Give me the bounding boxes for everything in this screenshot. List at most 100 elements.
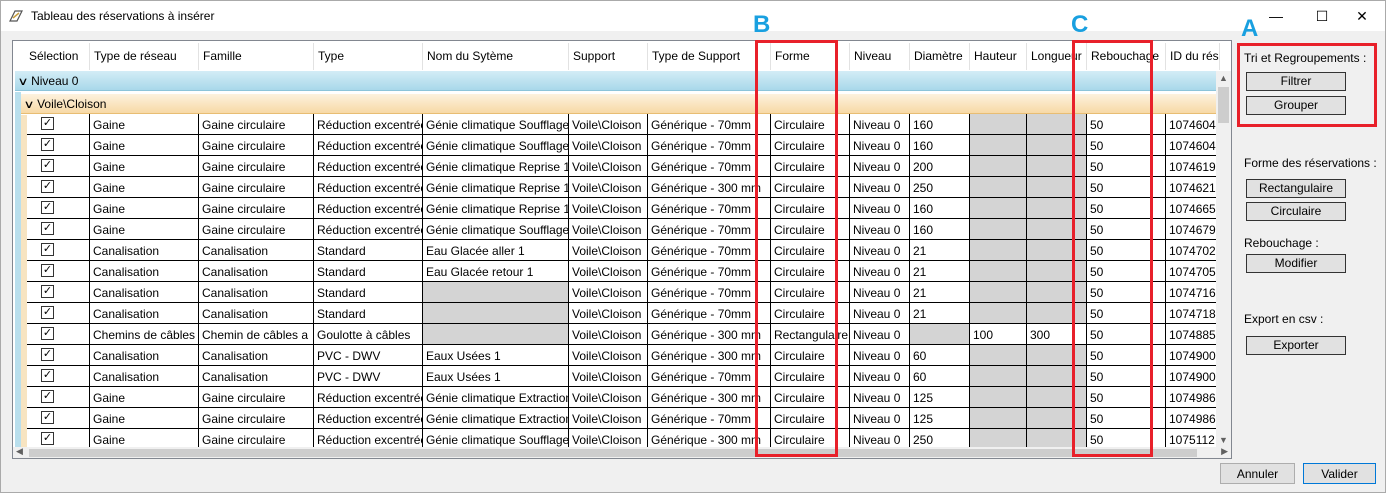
table-row[interactable]: ✓ Canalisation Canalisation Standard Voile\C…: [27, 282, 1217, 303]
cell-longueur[interactable]: [1027, 156, 1087, 176]
selection-checkbox[interactable]: ✓: [41, 390, 54, 403]
group-header-support[interactable]: ∨ Voile\Cloison: [21, 94, 1216, 114]
cell-forme[interactable]: Circulaire: [771, 282, 850, 302]
cell-type-support[interactable]: Générique - 70mm: [648, 114, 771, 134]
cell-type[interactable]: Réduction excentrée: [314, 429, 423, 449]
scroll-right-icon[interactable]: ▶: [1221, 446, 1228, 457]
group-header-niveau[interactable]: ∨ Niveau 0: [15, 71, 1216, 91]
cell-hauteur[interactable]: [970, 114, 1027, 134]
cell-hauteur[interactable]: [970, 282, 1027, 302]
cell-hauteur[interactable]: 100: [970, 324, 1027, 344]
table-row[interactable]: ✓ Chemins de câbles Chemin de câbles a Goul…: [27, 324, 1217, 345]
column-header-id-reseau[interactable]: ID du résea: [1166, 43, 1220, 70]
cell-famille[interactable]: Gaine circulaire: [199, 408, 314, 428]
cell-type-support[interactable]: Générique - 70mm: [648, 261, 771, 281]
cell-diametre[interactable]: 60: [910, 366, 970, 386]
cell-rebouchage[interactable]: 50: [1087, 177, 1166, 197]
cell-nom-systeme[interactable]: Génie climatique Soufflage: [423, 135, 569, 155]
cell-rebouchage[interactable]: 50: [1087, 240, 1166, 260]
cell-type-reseau[interactable]: Gaine: [90, 408, 199, 428]
cell-type[interactable]: PVC - DWV: [314, 345, 423, 365]
cell-type[interactable]: Réduction excentrée: [314, 198, 423, 218]
cell-id-reseau[interactable]: 1074702: [1166, 240, 1220, 260]
column-header-famille[interactable]: Famille: [199, 43, 314, 70]
cell-type[interactable]: Réduction excentrée: [314, 408, 423, 428]
minimize-button[interactable]: —: [1253, 1, 1299, 31]
cancel-button[interactable]: Annuler: [1220, 463, 1295, 484]
cell-nom-systeme[interactable]: Génie climatique Reprise 1: [423, 177, 569, 197]
cell-niveau[interactable]: Niveau 0: [850, 135, 910, 155]
cell-selection[interactable]: ✓: [25, 429, 90, 449]
cell-type-reseau[interactable]: Gaine: [90, 198, 199, 218]
cell-selection[interactable]: ✓: [25, 219, 90, 239]
cell-rebouchage[interactable]: 50: [1087, 261, 1166, 281]
cell-famille[interactable]: Canalisation: [199, 345, 314, 365]
cell-longueur[interactable]: [1027, 240, 1087, 260]
cell-longueur[interactable]: [1027, 429, 1087, 449]
cell-selection[interactable]: ✓: [25, 135, 90, 155]
column-header-nom-systeme[interactable]: Nom du Sytème: [423, 43, 569, 70]
cell-rebouchage[interactable]: 50: [1087, 366, 1166, 386]
cell-support[interactable]: Voile\Cloison: [569, 324, 648, 344]
table-row[interactable]: ✓ Gaine Gaine circulaire Réduction excentré…: [27, 177, 1217, 198]
table-row[interactable]: ✓ Gaine Gaine circulaire Réduction excentré…: [27, 387, 1217, 408]
cell-type-reseau[interactable]: Gaine: [90, 219, 199, 239]
cell-id-reseau[interactable]: 1074619: [1166, 156, 1220, 176]
cell-id-reseau[interactable]: 1074986: [1166, 387, 1220, 407]
cell-id-reseau[interactable]: 1074900: [1166, 345, 1220, 365]
cell-type[interactable]: Standard: [314, 261, 423, 281]
table-row[interactable]: ✓ Canalisation Canalisation Standard Eau Gla…: [27, 261, 1217, 282]
column-header-support[interactable]: Support: [569, 43, 648, 70]
cell-rebouchage[interactable]: 50: [1087, 324, 1166, 344]
cell-forme[interactable]: Circulaire: [771, 240, 850, 260]
cell-longueur[interactable]: [1027, 219, 1087, 239]
vertical-scrollbar[interactable]: ▲ ▼: [1216, 71, 1231, 447]
cell-rebouchage[interactable]: 50: [1087, 219, 1166, 239]
cell-selection[interactable]: ✓: [25, 177, 90, 197]
cell-type-support[interactable]: Générique - 300 mm: [648, 177, 771, 197]
cell-diametre[interactable]: 21: [910, 303, 970, 323]
cell-id-reseau[interactable]: 1074665: [1166, 198, 1220, 218]
cell-niveau[interactable]: Niveau 0: [850, 408, 910, 428]
cell-diametre[interactable]: 160: [910, 114, 970, 134]
cell-nom-systeme[interactable]: Eau Glacée retour 1: [423, 261, 569, 281]
cell-support[interactable]: Voile\Cloison: [569, 387, 648, 407]
cell-niveau[interactable]: Niveau 0: [850, 177, 910, 197]
cell-id-reseau[interactable]: 1074679: [1166, 219, 1220, 239]
vertical-scroll-thumb[interactable]: [1218, 87, 1229, 123]
cell-hauteur[interactable]: [970, 135, 1027, 155]
cell-type-support[interactable]: Générique - 70mm: [648, 240, 771, 260]
cell-hauteur[interactable]: [970, 240, 1027, 260]
cell-type-reseau[interactable]: Canalisation: [90, 345, 199, 365]
filter-button[interactable]: Filtrer: [1246, 72, 1346, 91]
cell-rebouchage[interactable]: 50: [1087, 429, 1166, 449]
circular-button[interactable]: Circulaire: [1246, 202, 1346, 221]
cell-type[interactable]: Réduction excentrée: [314, 114, 423, 134]
table-row[interactable]: ✓ Gaine Gaine circulaire Réduction excentré…: [27, 408, 1217, 429]
cell-diametre[interactable]: 160: [910, 198, 970, 218]
cell-id-reseau[interactable]: 1075112: [1166, 429, 1220, 449]
cell-type[interactable]: PVC - DWV: [314, 366, 423, 386]
cell-niveau[interactable]: Niveau 0: [850, 303, 910, 323]
selection-checkbox[interactable]: ✓: [41, 138, 54, 151]
cell-famille[interactable]: Canalisation: [199, 366, 314, 386]
cell-longueur[interactable]: [1027, 114, 1087, 134]
cell-longueur[interactable]: [1027, 177, 1087, 197]
horizontal-scroll-thumb[interactable]: [29, 449, 1197, 457]
cell-id-reseau[interactable]: 1074718: [1166, 303, 1220, 323]
scroll-up-icon[interactable]: ▲: [1219, 73, 1228, 83]
cell-famille[interactable]: Gaine circulaire: [199, 114, 314, 134]
cell-hauteur[interactable]: [970, 198, 1027, 218]
cell-type-reseau[interactable]: Gaine: [90, 387, 199, 407]
column-header-rebouchage[interactable]: Rebouchage: [1087, 43, 1166, 70]
table-row[interactable]: ✓ Gaine Gaine circulaire Réduction excentré…: [27, 219, 1217, 240]
cell-selection[interactable]: ✓: [25, 261, 90, 281]
cell-type-support[interactable]: Générique - 300 mm: [648, 324, 771, 344]
cell-rebouchage[interactable]: 50: [1087, 387, 1166, 407]
cell-support[interactable]: Voile\Cloison: [569, 282, 648, 302]
cell-nom-systeme[interactable]: Eaux Usées 1: [423, 366, 569, 386]
cell-type-support[interactable]: Générique - 70mm: [648, 135, 771, 155]
cell-famille[interactable]: Gaine circulaire: [199, 387, 314, 407]
cell-diametre[interactable]: 21: [910, 282, 970, 302]
cell-type[interactable]: Réduction excentrée: [314, 219, 423, 239]
